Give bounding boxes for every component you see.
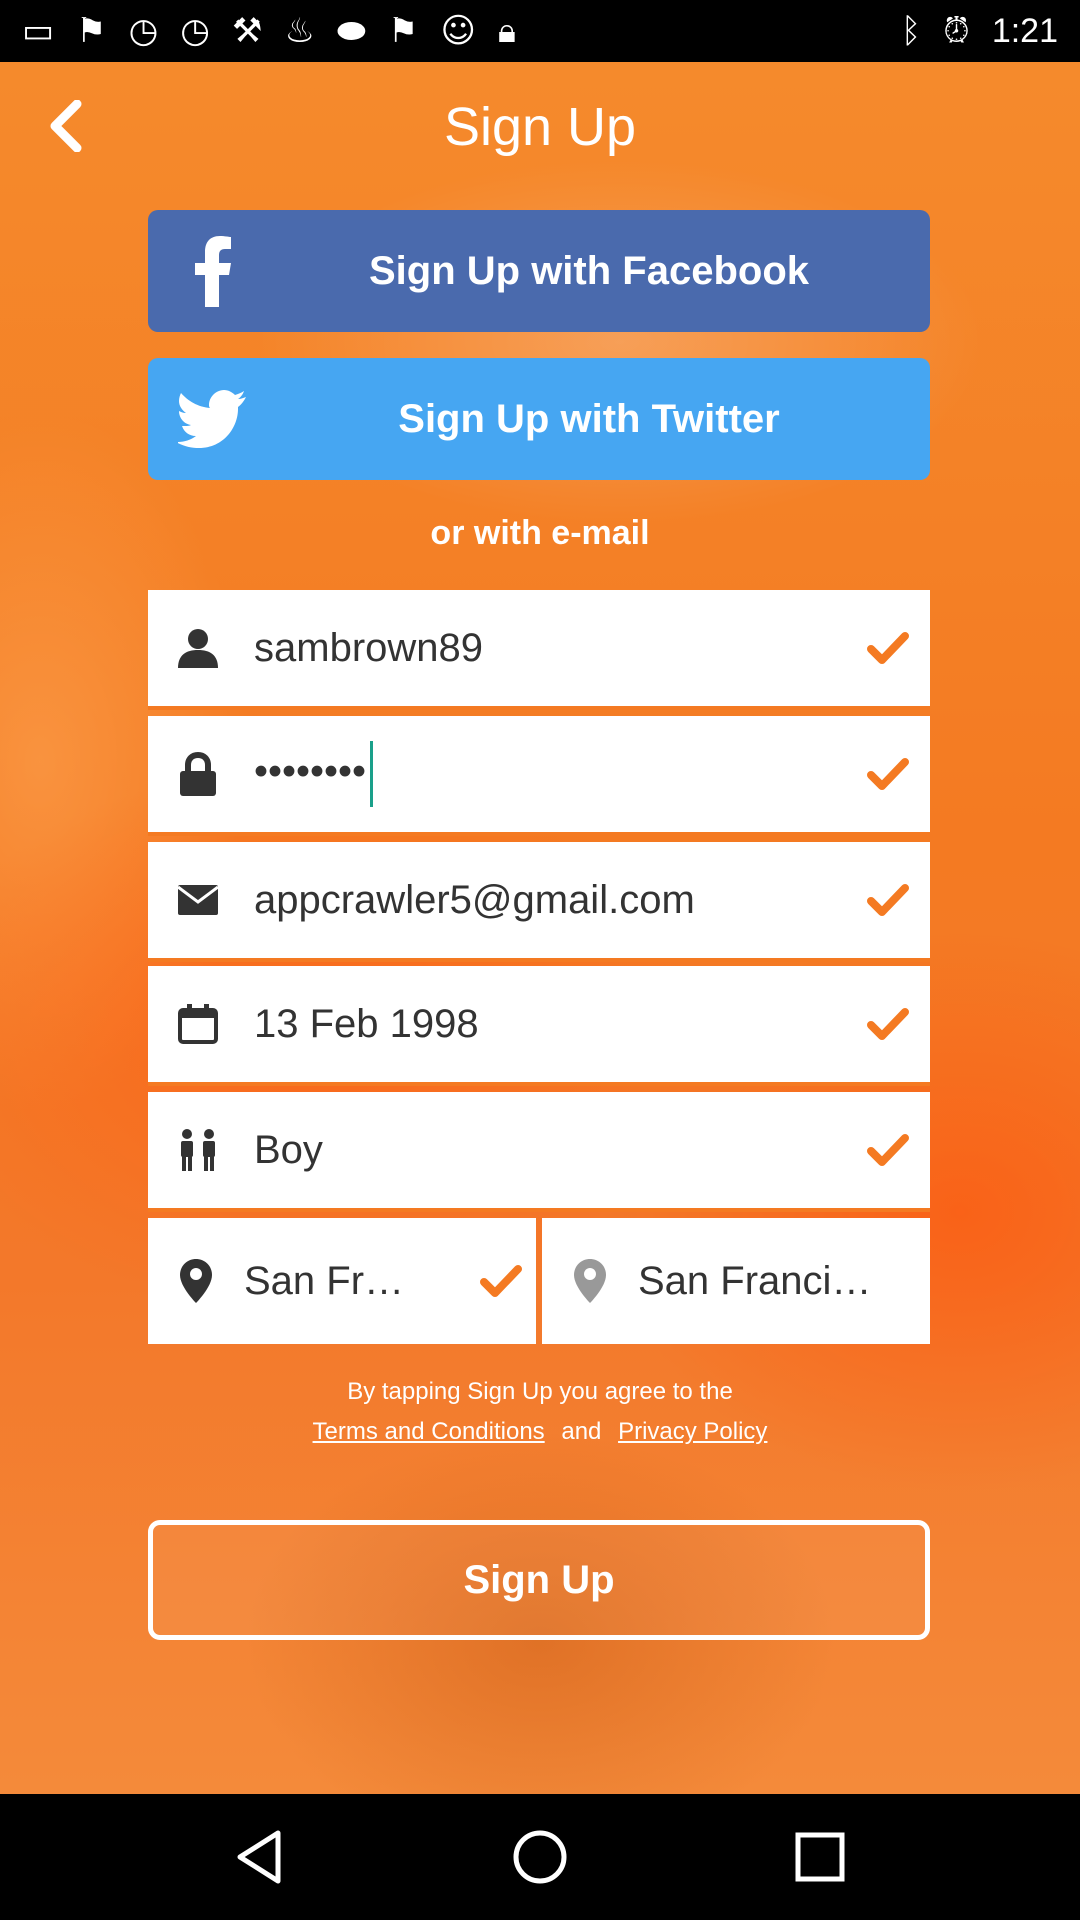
- username-field[interactable]: sambrown89: [148, 590, 930, 710]
- people-icon: [148, 1129, 248, 1171]
- twitter-signup-button[interactable]: Sign Up with Twitter: [148, 358, 930, 480]
- facebook-signup-button[interactable]: Sign Up with Facebook: [148, 210, 930, 332]
- checkmark-icon: [846, 757, 930, 791]
- gender-field[interactable]: Boy: [148, 1092, 930, 1212]
- email-field[interactable]: appcrawler5@gmail.com: [148, 842, 930, 962]
- checkmark-icon: [466, 1264, 536, 1298]
- username-value: sambrown89: [254, 625, 484, 670]
- bluetooth-icon: ᛒ: [900, 11, 922, 50]
- signup-button[interactable]: Sign Up: [148, 1520, 930, 1640]
- gender-value: Boy: [254, 1127, 323, 1172]
- back-triangle-icon: [237, 1830, 281, 1884]
- envelope-icon: [148, 885, 248, 915]
- nav-home-button[interactable]: [495, 1812, 585, 1902]
- fox-sports-icon: ⬬: [336, 11, 366, 51]
- agreement-text: By tapping Sign Up you agree to the: [347, 1378, 733, 1405]
- email-value: appcrawler5@gmail.com: [254, 877, 695, 922]
- wrench-icon: ⚒: [231, 11, 263, 51]
- checkmark-icon: [846, 1133, 930, 1167]
- agreement-links: Terms and Conditions and Privacy Policy: [0, 1418, 1080, 1446]
- terms-link[interactable]: Terms and Conditions: [313, 1418, 545, 1445]
- checkmark-icon: [846, 631, 930, 665]
- steam-icon: ♨: [284, 11, 315, 51]
- page-title: Sign Up: [443, 97, 637, 157]
- map-pin-icon: [542, 1259, 638, 1303]
- status-left-icons: ▭ ⚑ ◷ ◷ ⚒ ♨ ⬬ ⚑ ☺ 🔒︎: [22, 14, 516, 48]
- status-bar: ▭ ⚑ ◷ ◷ ⚒ ♨ ⬬ ⚑ ☺ 🔒︎ ᛒ ⏰︎ 1:21: [0, 0, 1080, 62]
- alarm-icon: ⏰︎: [943, 11, 970, 50]
- birthdate-field[interactable]: 13 Feb 1998: [148, 966, 930, 1086]
- password-value: ••••••••: [248, 741, 846, 807]
- twitter-bird-icon: [148, 389, 278, 449]
- nav-back-button[interactable]: [215, 1812, 305, 1902]
- checkmark-icon: [846, 883, 930, 917]
- or-email-label: or with e-mail: [430, 514, 650, 552]
- password-field[interactable]: ••••••••: [148, 716, 930, 836]
- birthdate-value: 13 Feb 1998: [254, 1001, 479, 1046]
- city-alt-field[interactable]: San Franci…: [542, 1218, 930, 1344]
- status-right: ᛒ ⏰︎ 1:21: [901, 12, 1058, 51]
- twitter-signup-label: Sign Up with Twitter: [398, 396, 780, 441]
- city-alt-value: San Franci…: [638, 1258, 872, 1303]
- lock-icon: [148, 752, 248, 796]
- map-pin-icon: [148, 1259, 244, 1303]
- recents-square-icon: [795, 1832, 845, 1882]
- timer-icon: ◷: [180, 11, 210, 51]
- facebook-signup-label: Sign Up with Facebook: [368, 248, 810, 293]
- facebook-icon: [148, 235, 278, 307]
- nav-recents-button[interactable]: [775, 1812, 865, 1902]
- status-time: 1:21: [991, 11, 1058, 50]
- timer-icon: ◷: [128, 11, 159, 51]
- flag-icon: ⚑: [387, 11, 419, 51]
- smiley-icon: ☺: [440, 11, 476, 51]
- flag-icon: ⚑: [76, 11, 107, 51]
- signup-screen: Sign Up Sign Up with Facebook Sign Up wi…: [0, 62, 1080, 1794]
- checkmark-icon: [846, 1007, 930, 1041]
- city-field[interactable]: San Fr…: [148, 1218, 536, 1344]
- message-icon: ▭: [22, 11, 55, 51]
- password-dots: ••••••••: [254, 749, 367, 794]
- agreement-and: and: [561, 1418, 602, 1445]
- navigation-bar: [0, 1794, 1080, 1920]
- text-cursor: [370, 741, 374, 807]
- privacy-link[interactable]: Privacy Policy: [618, 1418, 767, 1445]
- city-value: San Fr…: [244, 1258, 405, 1303]
- lock-icon: 🔒︎: [497, 11, 516, 51]
- user-icon: [148, 628, 248, 668]
- calendar-icon: [148, 1004, 248, 1044]
- home-circle-icon: [513, 1830, 567, 1884]
